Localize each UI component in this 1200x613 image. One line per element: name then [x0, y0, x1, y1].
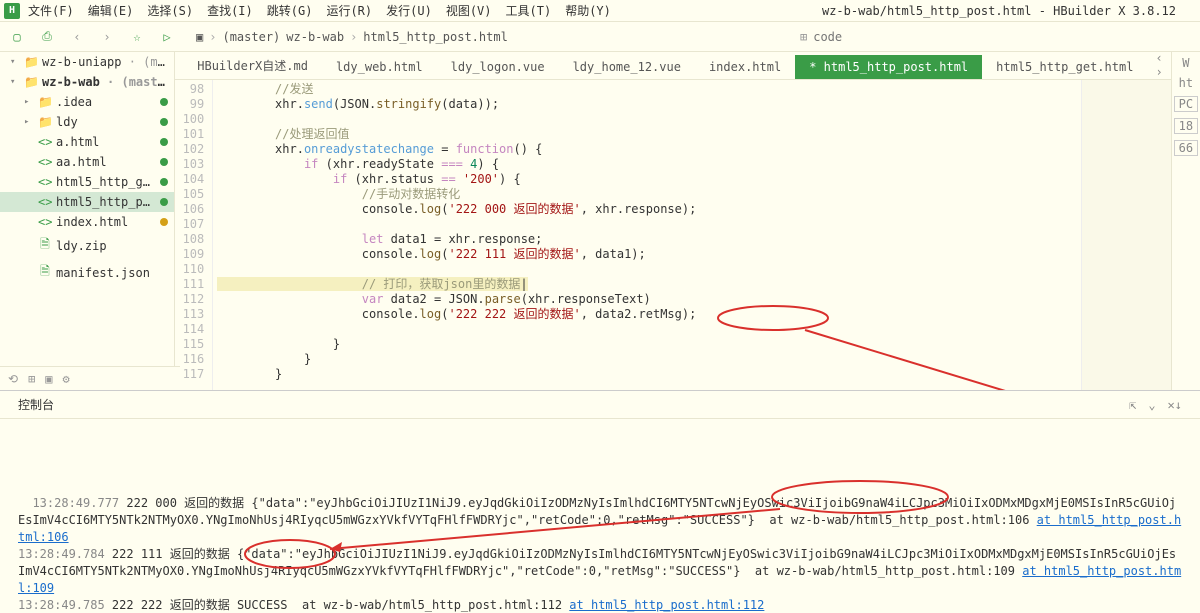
search-icon: ⊞	[800, 30, 807, 44]
run-icon[interactable]: ▷	[158, 28, 176, 46]
tree-item[interactable]: ▾📁wz-b-wab · (master)	[0, 72, 174, 92]
menu-view[interactable]: 视图(V)	[440, 0, 498, 21]
console-panel: 控制台 ⇱ ⌄ ✕↓ 13:28:49.777 222 000 返回的数据 {"…	[0, 390, 1200, 613]
menu-find[interactable]: 查找(I)	[201, 0, 259, 21]
search-input[interactable]	[813, 30, 1184, 44]
menu-goto[interactable]: 跳转(G)	[261, 0, 319, 21]
console-link[interactable]: at html5_http_post.html:106	[18, 513, 1181, 544]
forward-icon[interactable]: ›	[98, 28, 116, 46]
rpanel-d[interactable]: 18	[1174, 118, 1198, 134]
menubar: H 文件(F) 编辑(E) 选择(S) 查找(I) 跳转(G) 运行(R) 发行…	[0, 0, 1200, 22]
tree-item[interactable]: 🗎ldy.zip	[0, 232, 174, 259]
breadcrumb-branch[interactable]: (master)	[222, 30, 280, 44]
console-link[interactable]: at html5_http_post.html:109	[18, 564, 1181, 595]
project-tree[interactable]: ▾📁wz-b-uniapp · (master)▾📁wz-b-wab · (ma…	[0, 52, 175, 390]
window-title: wz-b-wab/html5_http_post.html - HBuilder…	[822, 4, 1196, 18]
console-title: 控制台	[18, 396, 54, 413]
rpanel-b: ht	[1174, 76, 1198, 90]
code-area[interactable]: 9899100101102103104105106107108109110111…	[175, 80, 1170, 390]
rpanel-e[interactable]: 66	[1174, 140, 1198, 156]
menu-select[interactable]: 选择(S)	[141, 0, 199, 21]
menu-file[interactable]: 文件(F)	[22, 0, 80, 21]
settings-icon[interactable]: ⚙	[63, 372, 70, 386]
console-line: 13:28:49.777 222 000 返回的数据 {"data":"eyJh…	[18, 496, 1181, 544]
sync-icon[interactable]: ⟲	[8, 372, 18, 386]
save-icon[interactable]: ⎙	[38, 28, 56, 46]
tree-item[interactable]: <>aa.html	[0, 152, 174, 172]
editor-tab[interactable]: ldy_logon.vue	[437, 55, 559, 79]
tree-item[interactable]: <>index.html	[0, 212, 174, 232]
tree-item[interactable]: <>html5_http_post.h...	[0, 192, 174, 212]
menu-tools[interactable]: 工具(T)	[500, 0, 558, 21]
console-collapse-icon[interactable]: ⌄	[1148, 398, 1155, 412]
menu-help[interactable]: 帮助(Y)	[559, 0, 617, 21]
breadcrumb-file[interactable]: html5_http_post.html	[363, 30, 508, 44]
editor-tab[interactable]: HBuilderX自述.md	[183, 52, 322, 79]
tree-item[interactable]: ▸📁.idea	[0, 92, 174, 112]
console-link[interactable]: at html5_http_post.html:112	[569, 598, 764, 612]
main-area: ▾📁wz-b-uniapp · (master)▾📁wz-b-wab · (ma…	[0, 52, 1200, 390]
editor-tab[interactable]: ldy_web.html	[322, 55, 437, 79]
folder-icon: ▣	[196, 30, 203, 44]
tree-item[interactable]: <>a.html	[0, 132, 174, 152]
rpanel-a: W	[1174, 56, 1198, 70]
breadcrumb-proj[interactable]: wz-b-wab	[286, 30, 344, 44]
new-file-icon[interactable]: ▢	[8, 28, 26, 46]
editor-area: HBuilderX自述.mdldy_web.htmlldy_logon.vuel…	[175, 52, 1170, 390]
editor-tab[interactable]: index.html	[695, 55, 795, 79]
editor-tab[interactable]: * html5_http_post.html	[795, 55, 982, 79]
back-icon[interactable]: ‹	[68, 28, 86, 46]
console-clear-icon[interactable]: ✕↓	[1168, 398, 1182, 412]
right-panel: W ht PC 18 66	[1171, 52, 1200, 390]
console-header: 控制台 ⇱ ⌄ ✕↓	[0, 391, 1200, 419]
terminal-icon[interactable]: ▣	[45, 372, 52, 386]
editor-tab[interactable]: ldy_home_12.vue	[559, 55, 695, 79]
code-content[interactable]: //发送 xhr.send(JSON.stringify(data)); //处…	[213, 80, 1080, 390]
tree-item[interactable]: <>html5_http_get.html	[0, 172, 174, 192]
breadcrumb: ▣› (master) wz-b-wab› html5_http_post.ht…	[196, 30, 508, 44]
console-output[interactable]: 13:28:49.777 222 000 返回的数据 {"data":"eyJh…	[0, 419, 1200, 613]
console-line: 13:28:49.784 222 111 返回的数据 {"data":"eyJh…	[18, 547, 1181, 595]
tree-item[interactable]: ▸📁ldy	[0, 112, 174, 132]
minimap[interactable]	[1081, 80, 1171, 390]
console-export-icon[interactable]: ⇱	[1129, 398, 1136, 412]
menu-edit[interactable]: 编辑(E)	[82, 0, 140, 21]
tree-item[interactable]: 🗎manifest.json	[0, 259, 174, 286]
rpanel-c[interactable]: PC	[1174, 96, 1198, 112]
tree-item[interactable]: ▾📁wz-b-uniapp · (master)	[0, 52, 174, 72]
editor-tab[interactable]: html5_http_get.html	[982, 55, 1147, 79]
app-logo: H	[4, 3, 20, 19]
menu-publish[interactable]: 发行(U)	[380, 0, 438, 21]
tab-nav-icon[interactable]: ‹ ›	[1147, 51, 1170, 79]
editor-tabs: HBuilderX自述.mdldy_web.htmlldy_logon.vuel…	[175, 52, 1170, 80]
sidebar-footer: ⟲ ⊞ ▣ ⚙	[0, 366, 180, 390]
line-gutter: 9899100101102103104105106107108109110111…	[175, 80, 213, 390]
grid-icon[interactable]: ⊞	[28, 372, 35, 386]
menu-run[interactable]: 运行(R)	[320, 0, 378, 21]
toolbar: ▢ ⎙ ‹ › ☆ ▷ ▣› (master) wz-b-wab› html5_…	[0, 22, 1200, 52]
console-line: 13:28:49.785 222 222 返回的数据 SUCCESS at wz…	[18, 598, 764, 612]
search-box[interactable]: ⊞	[792, 28, 1192, 46]
star-icon[interactable]: ☆	[128, 28, 146, 46]
